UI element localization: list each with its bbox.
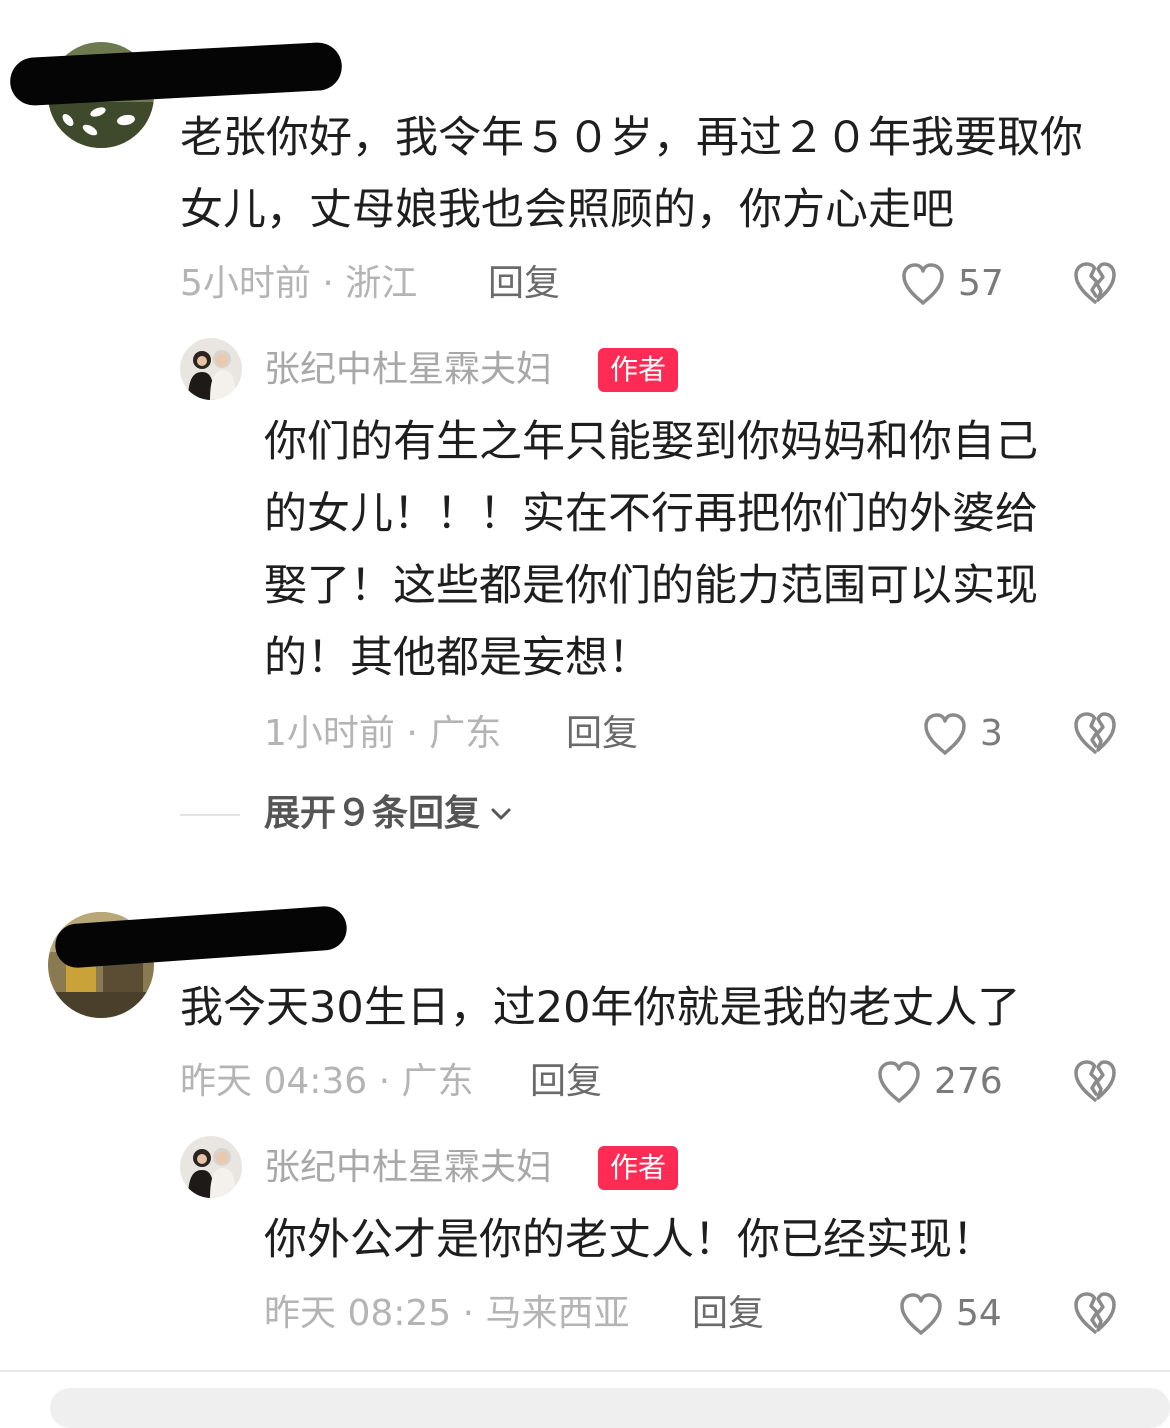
chevron-down-icon — [491, 808, 511, 820]
author-tag: 作者 — [598, 1146, 679, 1190]
comment-text: 女儿，丈母娘我也会照顾的，你方心走吧 — [180, 185, 954, 235]
reply-text: 的女儿！！！实在不行再把你们的外婆给 — [264, 489, 1038, 539]
reply-text: 你们的有生之年只能娶到你妈妈和你自己 — [264, 417, 1038, 467]
heart-outline-icon — [896, 1289, 946, 1339]
broken-heart-icon[interactable] — [1070, 707, 1120, 757]
reply-button[interactable]: 回复 — [488, 262, 560, 306]
broken-heart-icon[interactable] — [1070, 1287, 1120, 1337]
comment-text: 我今天30生日，过20年你就是我的老丈人了 — [180, 983, 1021, 1033]
avatar[interactable] — [180, 338, 242, 400]
reply-text: 娶了！这些都是你们的能力范围可以实现 — [264, 561, 1038, 611]
reply-author-name[interactable]: 张纪中杜星霖夫妇 — [264, 1146, 552, 1190]
comment-input-bar[interactable] — [50, 1388, 1170, 1428]
expand-replies-button[interactable]: 展开９条回复 — [264, 792, 514, 836]
comment-text: 老张你好，我令年５０岁，再过２０年我要取你 — [180, 113, 1083, 163]
like-count: 54 — [956, 1293, 1002, 1334]
redaction-mark — [8, 41, 344, 107]
like-button[interactable]: 3 — [920, 707, 1003, 761]
heart-outline-icon — [898, 259, 948, 309]
reply-button[interactable]: 回复 — [566, 712, 638, 756]
broken-heart-icon[interactable] — [1070, 1055, 1120, 1105]
heart-outline-icon — [920, 709, 970, 759]
comment-meta: 5小时前 · 浙江 — [180, 263, 418, 304]
expand-divider — [180, 814, 240, 816]
broken-heart-icon[interactable] — [1070, 257, 1120, 307]
reply-button[interactable]: 回复 — [530, 1060, 602, 1104]
reply-meta: 1小时前 · 广东 — [264, 713, 502, 754]
reply-text: 你外公才是你的老丈人！你已经实现！ — [264, 1215, 995, 1265]
reply-text: 的！其他都是妄想！ — [264, 633, 651, 683]
like-count: 57 — [958, 263, 1004, 304]
comment-meta: 昨天 04:36 · 广东 — [180, 1061, 474, 1102]
bottom-divider — [0, 1370, 1170, 1372]
reply-button[interactable]: 回复 — [692, 1292, 764, 1336]
heart-outline-icon — [874, 1057, 924, 1107]
reply-author-name[interactable]: 张纪中杜星霖夫妇 — [264, 348, 552, 392]
reply-meta: 昨天 08:25 · 马来西亚 — [264, 1293, 630, 1334]
expand-replies-label: 展开９条回复 — [264, 793, 481, 834]
like-button[interactable]: 276 — [874, 1055, 1003, 1109]
like-count: 3 — [980, 713, 1003, 754]
like-button[interactable]: 57 — [898, 257, 1004, 311]
avatar[interactable] — [180, 1136, 242, 1198]
like-count: 276 — [934, 1061, 1003, 1102]
like-button[interactable]: 54 — [896, 1287, 1002, 1341]
author-tag: 作者 — [598, 348, 679, 392]
